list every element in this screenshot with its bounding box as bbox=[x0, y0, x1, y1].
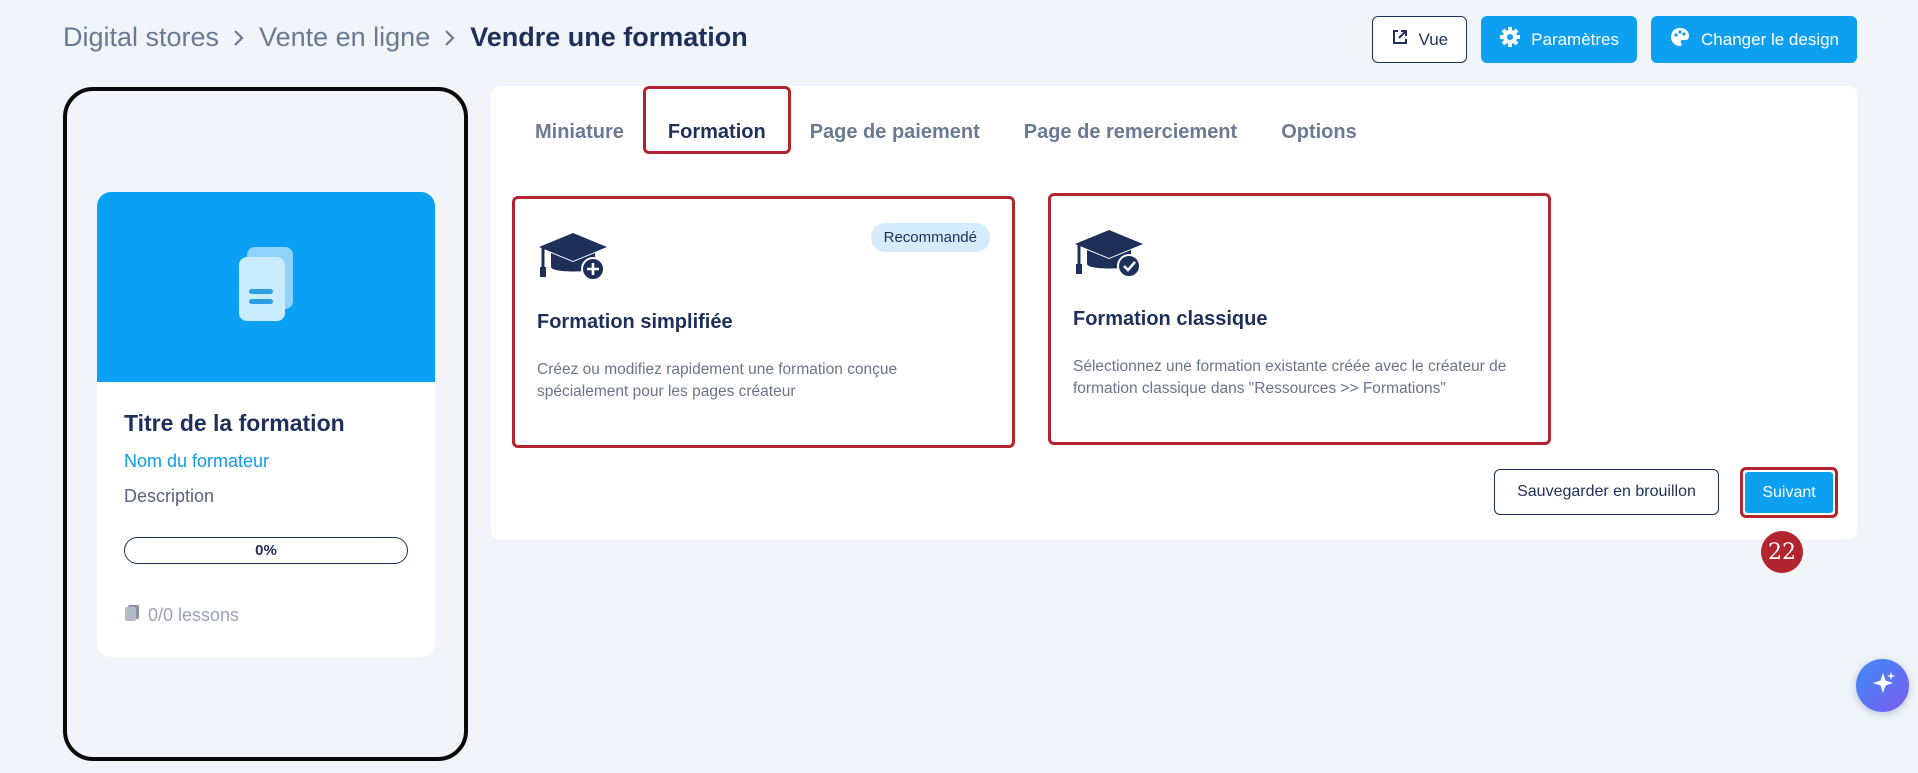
save-draft-button[interactable]: Sauvegarder en brouillon bbox=[1494, 469, 1719, 515]
next-button-highlight: Suivant bbox=[1740, 467, 1838, 518]
breadcrumb-digital-stores[interactable]: Digital stores bbox=[63, 22, 219, 53]
course-preview-card: Titre de la formation Nom du formateur D… bbox=[97, 192, 435, 657]
progress-bar: 0% bbox=[124, 537, 408, 564]
recommended-badge: Recommandé bbox=[870, 223, 990, 252]
settings-button[interactable]: Paramètres bbox=[1481, 16, 1638, 63]
settings-button-label: Paramètres bbox=[1531, 29, 1620, 49]
course-author: Nom du formateur bbox=[124, 451, 270, 471]
simplified-course-description: Créez ou modifiez rapidement une formati… bbox=[537, 361, 898, 400]
view-button[interactable]: Vue bbox=[1371, 16, 1468, 63]
step-number-badge: 22 bbox=[1761, 531, 1803, 573]
external-link-icon bbox=[1391, 28, 1409, 51]
course-title: Titre de la formation bbox=[124, 410, 345, 436]
simplified-course-option[interactable]: Recommandé Formation simplifiée Créez ou… bbox=[512, 196, 1015, 448]
main-panel: Miniature Formation Page de paiement Pag… bbox=[491, 86, 1857, 539]
next-button[interactable]: Suivant bbox=[1745, 472, 1833, 513]
graduation-cap-plus-icon bbox=[537, 231, 609, 288]
classic-course-title: Formation classique bbox=[1073, 308, 1268, 330]
tab-miniature[interactable]: Miniature bbox=[535, 110, 646, 154]
classic-course-option[interactable]: Formation classique Sélectionnez une for… bbox=[1048, 193, 1551, 445]
sparkle-icon bbox=[1870, 670, 1896, 701]
lessons-count: 0/0 lessons bbox=[124, 604, 408, 627]
tab-payment-page[interactable]: Page de paiement bbox=[788, 110, 1002, 154]
view-button-label: Vue bbox=[1418, 29, 1449, 49]
progress-label: 0% bbox=[255, 542, 277, 559]
document-icon bbox=[231, 245, 301, 330]
gear-icon bbox=[1499, 26, 1521, 53]
phone-preview: Titre de la formation Nom du formateur D… bbox=[63, 87, 468, 761]
breadcrumb: Digital stores Vente en ligne Vendre une… bbox=[63, 22, 748, 53]
tab-options[interactable]: Options bbox=[1259, 110, 1379, 154]
breadcrumb-vente-en-ligne[interactable]: Vente en ligne bbox=[259, 22, 430, 53]
lessons-label: 0/0 lessons bbox=[148, 605, 240, 625]
header-actions: Vue Paramètres Changer le design bbox=[1371, 16, 1857, 63]
graduation-cap-check-icon bbox=[1073, 228, 1145, 285]
chevron-right-icon bbox=[233, 29, 245, 47]
tab-formation[interactable]: Formation bbox=[646, 110, 788, 154]
tabs: Miniature Formation Page de paiement Pag… bbox=[535, 110, 1379, 154]
course-description: Description bbox=[124, 486, 215, 506]
classic-course-description: Sélectionnez une formation existante cré… bbox=[1073, 358, 1507, 397]
change-design-button[interactable]: Changer le design bbox=[1651, 16, 1857, 63]
palette-icon bbox=[1669, 26, 1691, 53]
ai-assistant-button[interactable] bbox=[1856, 659, 1909, 712]
page-title: Vendre une formation bbox=[470, 22, 748, 52]
course-banner bbox=[97, 192, 435, 382]
change-design-label: Changer le design bbox=[1701, 29, 1839, 49]
lessons-icon bbox=[124, 604, 140, 627]
simplified-course-title: Formation simplifiée bbox=[537, 311, 733, 333]
tab-thank-you-page[interactable]: Page de remerciement bbox=[1002, 110, 1259, 154]
chevron-right-icon bbox=[444, 29, 456, 47]
